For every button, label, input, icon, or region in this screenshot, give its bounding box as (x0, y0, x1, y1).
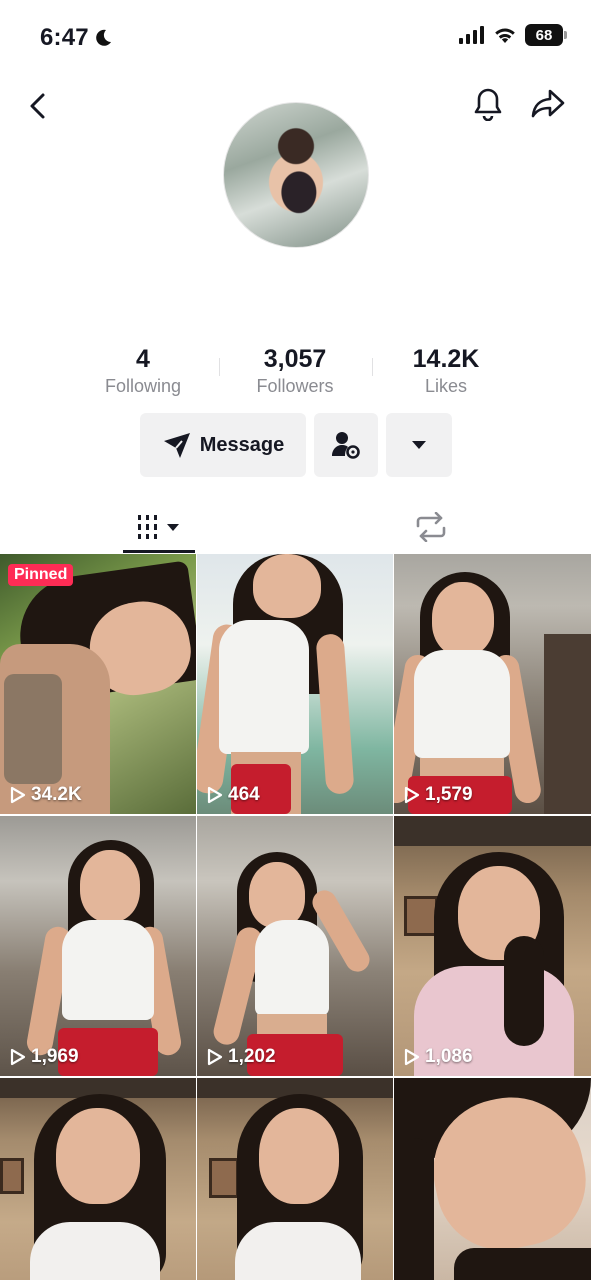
thumbnail-figure (544, 634, 591, 814)
caret-down-icon (412, 441, 426, 449)
message-button[interactable]: Message (140, 413, 306, 477)
status-time: 6:47 (40, 24, 113, 52)
battery-level: 68 (535, 26, 553, 44)
followers-label: Followers (256, 376, 334, 396)
thumbnail-figure (62, 920, 154, 1020)
tab-reposts[interactable] (398, 500, 464, 554)
thumbnail-figure (219, 620, 309, 754)
profile-stats: 4 Following 3,057 Followers 14.2K Likes (0, 344, 591, 400)
stat-likes: 14.2K Likes (366, 344, 526, 398)
thumbnail-figure (56, 1108, 140, 1204)
play-icon (10, 786, 26, 804)
add-friend-settings-icon (332, 432, 360, 459)
thumbnail-figure (454, 1248, 591, 1280)
thumbnail-figure (315, 633, 355, 795)
view-count: 1,579 (404, 784, 473, 806)
profile-tabs (0, 500, 591, 554)
thumbnail-figure (80, 850, 140, 922)
video-thumbnail[interactable] (197, 1078, 393, 1280)
stat-followers[interactable]: 3,057 Followers (215, 344, 375, 398)
view-count-text: 1,579 (425, 784, 473, 805)
notifications-button[interactable] (468, 84, 508, 124)
view-count: 1,086 (404, 1046, 473, 1068)
view-count: 1,202 (207, 1046, 276, 1068)
video-thumbnail[interactable] (394, 1078, 591, 1280)
thumbnail-figure (30, 1222, 160, 1280)
thumbnail-figure (404, 896, 438, 936)
likes-label: Likes (424, 376, 468, 396)
share-button[interactable] (526, 84, 570, 124)
play-icon (404, 786, 420, 804)
video-thumbnail[interactable]: 1,086 (394, 816, 591, 1076)
view-count: 34.2K (10, 784, 82, 806)
view-count: 464 (207, 784, 260, 806)
video-thumbnail[interactable]: 1,579 (394, 554, 591, 814)
stat-following[interactable]: 4 Following (63, 344, 223, 398)
followers-count: 3,057 (263, 345, 327, 373)
video-thumbnail[interactable] (0, 1078, 196, 1280)
thumbnail-figure (259, 1108, 339, 1204)
back-icon (30, 93, 45, 119)
status-bar: 6:47 68 (0, 0, 591, 70)
profile-avatar[interactable] (223, 102, 369, 248)
play-icon (207, 1048, 223, 1066)
following-label: Following (104, 376, 182, 396)
status-time-text: 6:47 (40, 24, 89, 51)
share-icon (531, 89, 565, 118)
signal-icon (459, 26, 484, 44)
video-thumbnail[interactable]: 1,202 (197, 816, 393, 1076)
moon-icon (96, 29, 111, 46)
following-count: 4 (136, 345, 150, 373)
thumbnail-figure (0, 1158, 24, 1194)
add-friend-button[interactable] (314, 413, 378, 477)
view-count: 1,969 (10, 1046, 79, 1068)
play-icon (207, 786, 223, 804)
view-count-text: 1,086 (425, 1046, 473, 1067)
thumbnail-figure (394, 816, 591, 846)
wifi-icon (495, 28, 515, 43)
bell-icon (474, 88, 502, 121)
battery-icon: 68 (525, 24, 567, 46)
thumbnail-figure (414, 650, 510, 758)
likes-count: 14.2K (412, 345, 480, 373)
thumbnail-figure (209, 1158, 239, 1198)
view-count-text: 34.2K (31, 784, 82, 805)
play-icon (10, 1048, 26, 1066)
thumbnail-figure (394, 1138, 434, 1280)
view-count-text: 1,969 (31, 1046, 79, 1067)
status-indicators: 68 (459, 24, 567, 46)
thumbnail-figure (255, 920, 329, 1016)
videos-grid-icon (138, 515, 179, 539)
message-send-icon (163, 433, 190, 458)
active-tab-indicator (123, 550, 195, 553)
back-button[interactable] (18, 86, 58, 126)
thumbnail-figure (504, 936, 544, 1046)
video-thumbnail[interactable]: 464 (197, 554, 393, 814)
tab-videos[interactable] (123, 500, 195, 554)
video-thumbnail[interactable]: Pinned 34.2K (0, 554, 196, 814)
video-thumbnail[interactable]: 1,969 (0, 816, 196, 1076)
thumbnail-figure (249, 862, 305, 928)
thumbnail-figure (420, 758, 504, 778)
pinned-badge: Pinned (8, 564, 74, 586)
repost-icon (416, 512, 446, 542)
more-options-button[interactable] (386, 413, 452, 477)
play-icon (404, 1048, 420, 1066)
video-grid: Pinned 34.2K 464 1,579 1,969 1,202 1,086 (0, 554, 591, 1280)
thumbnail-figure (432, 582, 494, 656)
message-button-label: Message (199, 433, 285, 456)
view-count-text: 464 (228, 784, 260, 805)
view-count-text: 1,202 (228, 1046, 276, 1067)
thumbnail-figure (4, 674, 62, 784)
thumbnail-figure (235, 1222, 361, 1280)
thumbnail-figure (253, 554, 321, 618)
